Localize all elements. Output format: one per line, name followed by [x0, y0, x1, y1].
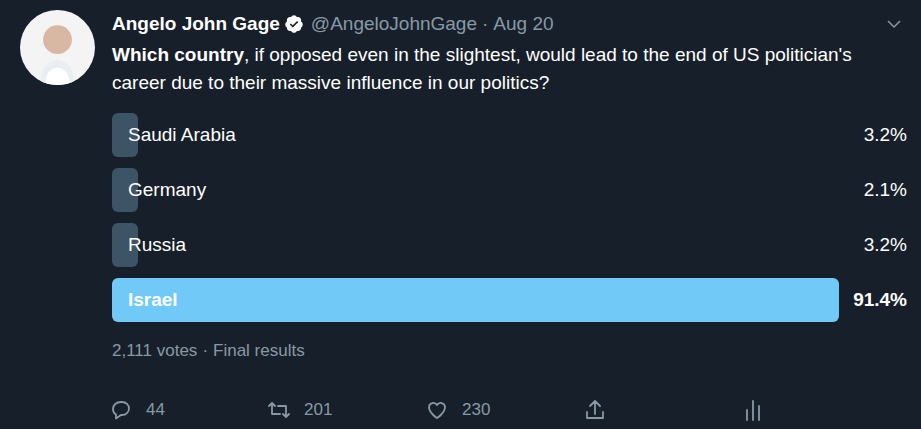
action-count: 44: [146, 397, 165, 423]
tweet[interactable]: Angelo John Gage@AngeloJohnGage·Aug 20Wh…: [0, 0, 921, 423]
share-button[interactable]: [583, 398, 741, 422]
poll-option-state: [112, 223, 907, 267]
reply-button[interactable]: 44: [109, 397, 267, 423]
retweet-button[interactable]: 201: [267, 397, 425, 423]
separator: ·: [482, 10, 488, 39]
poll-percent: 91.4%: [853, 286, 907, 315]
tweet-time: Aug 20: [493, 10, 553, 39]
question-bold: Which country: [112, 44, 244, 65]
poll-percent: 3.2%: [864, 231, 907, 260]
poll-option-state: [112, 278, 907, 322]
analytics-icon: [741, 398, 765, 422]
person-icon: [20, 10, 95, 85]
analytics-button[interactable]: [741, 398, 899, 422]
poll: Saudi Arabia 3.2% Germany 2.1% Russia 3.2% Isr…: [112, 113, 907, 322]
tweet-body: Angelo John Gage@AngeloJohnGage·Aug 20Wh…: [112, 10, 907, 423]
action-count: 201: [304, 397, 332, 423]
poll-percent: 2.1%: [864, 176, 907, 205]
separator: ·: [202, 338, 208, 364]
poll-label: Russia: [112, 231, 186, 260]
poll-percent: 3.2%: [864, 121, 907, 150]
poll-bar: [112, 278, 839, 322]
action-bar: 44 201 230: [109, 397, 907, 423]
retweet-icon: [267, 398, 291, 422]
poll-option-state: [112, 168, 907, 212]
poll-label: Saudi Arabia: [112, 121, 236, 150]
verified-icon: [284, 14, 304, 34]
like-button[interactable]: 230: [425, 397, 583, 423]
like-icon: [425, 398, 449, 422]
tweet-text: Which country, if opposed even in the sl…: [112, 41, 907, 97]
author-handle: @AngeloJohnGage: [311, 10, 477, 39]
tweet-header: Angelo John Gage @AngeloJohnGage·Aug 20: [112, 10, 907, 38]
poll-option: Israel 91.4%: [112, 278, 907, 322]
avatar[interactable]: [20, 10, 95, 85]
poll-meta: 2,111 votes·Final results: [112, 340, 907, 362]
poll-option: Russia 3.2%: [112, 223, 907, 267]
author-name[interactable]: Angelo John Gage: [112, 10, 280, 39]
menu-button[interactable]: [885, 15, 903, 33]
poll-label: Germany: [112, 176, 206, 205]
vote-count: 2,111 votes: [112, 338, 197, 364]
poll-option: Saudi Arabia 3.2%: [112, 113, 907, 157]
action-count: 230: [462, 397, 490, 423]
reply-icon: [109, 398, 133, 422]
poll-label: Israel: [112, 286, 178, 315]
poll-status: Final results: [213, 338, 305, 364]
poll-option: Germany 2.1%: [112, 168, 907, 212]
share-icon: [583, 398, 607, 422]
verified-badge: [284, 14, 304, 34]
chevron-down-icon: [885, 15, 903, 33]
